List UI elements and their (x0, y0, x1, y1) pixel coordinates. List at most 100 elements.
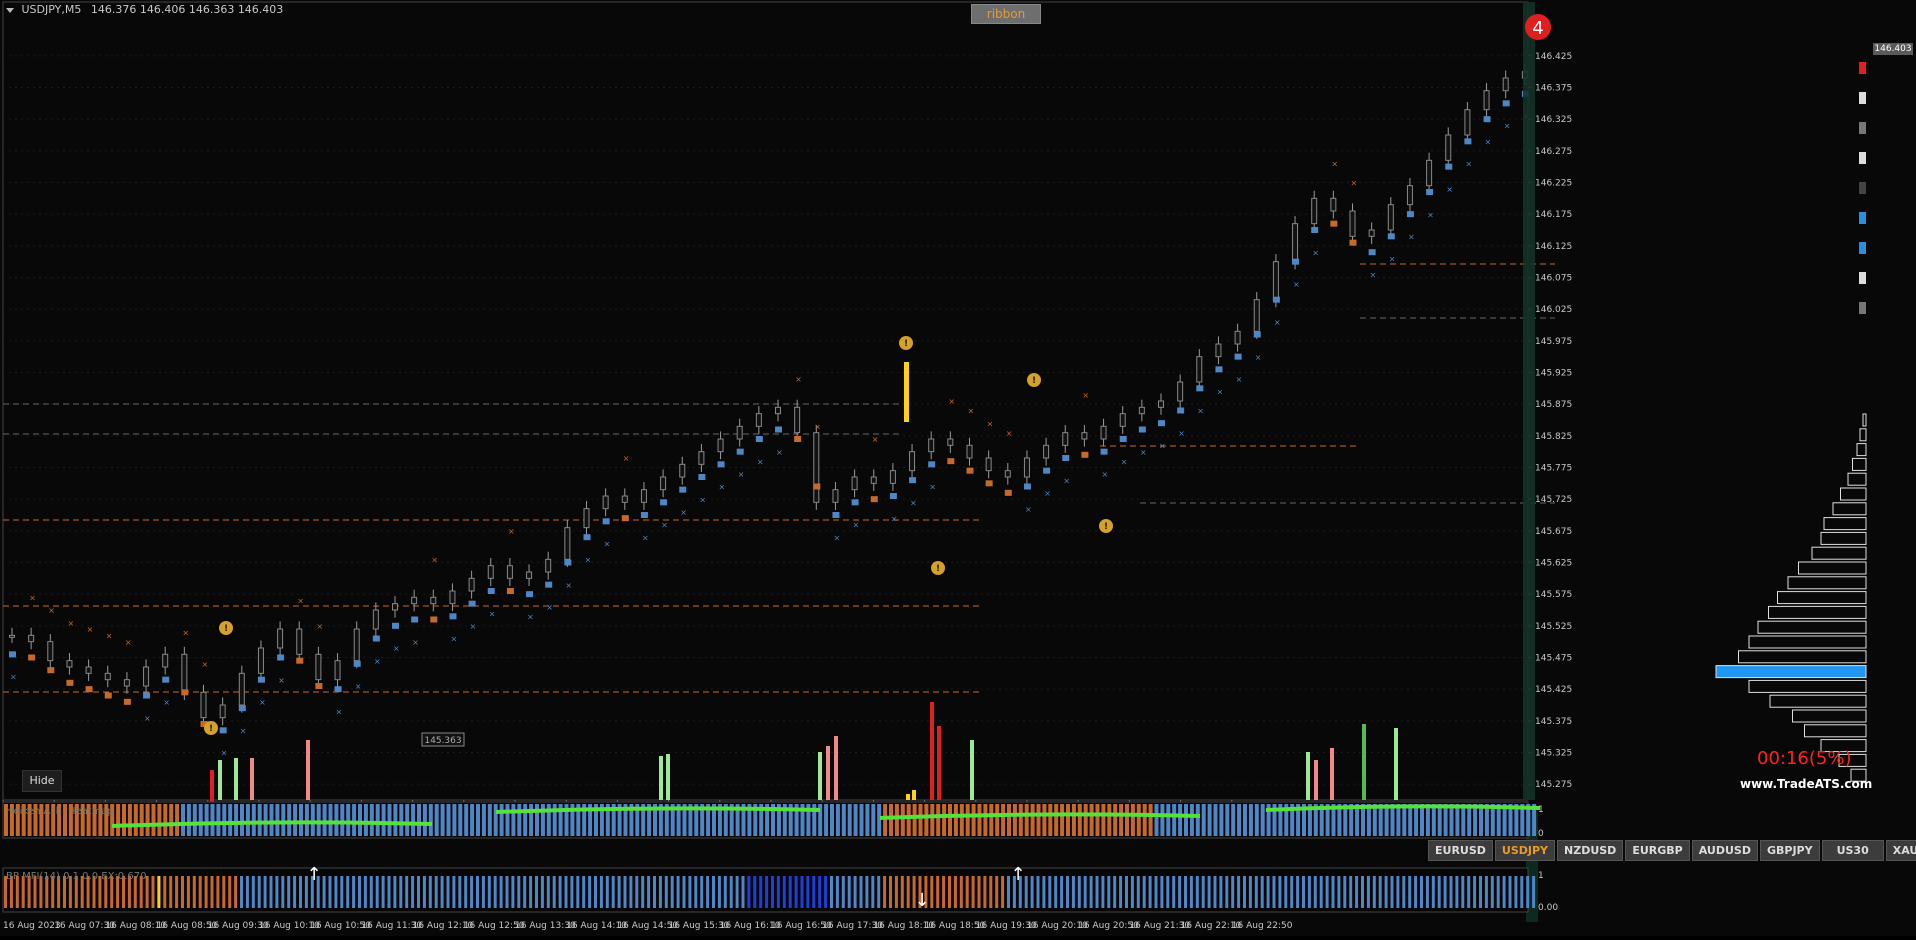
hide-button[interactable]: Hide (22, 770, 62, 792)
candle-body (372, 609, 379, 630)
candle-body (1253, 299, 1260, 332)
ribbon-stripe (1189, 804, 1194, 836)
ha-band-segment (1004, 489, 1012, 496)
ha-band-segment (1368, 249, 1376, 256)
trail-stop-marker: × (259, 698, 266, 707)
volume-bar (906, 794, 910, 800)
mfi-stripe (1225, 876, 1229, 908)
mfi-stripe (281, 876, 285, 908)
symbol-button-eurgbp[interactable]: EURGBP (1625, 840, 1690, 861)
symbol-button-xauusd[interactable]: XAUUSD (1885, 840, 1916, 861)
mfi-stripe (930, 876, 934, 908)
mfi-stripe (1319, 876, 1323, 908)
candle-body (1311, 197, 1318, 225)
mfi-stripe (647, 876, 651, 908)
trail-stop-marker: × (1465, 160, 1472, 169)
volume-profile-row (1823, 517, 1867, 531)
trail-stop-marker: × (67, 619, 74, 628)
mfi-stripe (1302, 876, 1305, 908)
candle-body (1215, 343, 1222, 358)
mfi-stripe (959, 876, 963, 908)
ha-band-segment (1330, 220, 1338, 227)
mfi-stripe (717, 876, 721, 908)
ha-band-segment (526, 591, 534, 598)
ribbon-stripe (1414, 804, 1419, 836)
mfi-stripe (505, 876, 509, 908)
mfi-stripe (1042, 876, 1046, 908)
ribbon-stripe (841, 804, 846, 836)
ribbon-stripe (1231, 804, 1236, 836)
mfi-stripe (1467, 876, 1471, 908)
candle-body (334, 660, 341, 681)
symbol-button-audusd[interactable]: AUDUSD (1691, 840, 1758, 861)
price-tick-label: 146.025 (1535, 305, 1572, 315)
mfi-stripe (1083, 876, 1087, 908)
mfi-stripe (723, 876, 727, 908)
candle-body (392, 603, 398, 611)
price-tick-label: 145.975 (1535, 337, 1572, 347)
mfi-stripe (464, 876, 468, 908)
mfi-stripe (157, 876, 161, 908)
trail-stop-marker: × (699, 495, 706, 504)
trail-stop-marker: × (374, 657, 381, 666)
ribbon-button[interactable]: ribbon (971, 4, 1041, 24)
candle-body (219, 704, 226, 719)
mfi-stripe (776, 876, 780, 908)
price-tick-label: 145.275 (1535, 780, 1572, 790)
volume-profile-row (1777, 591, 1867, 605)
candle-body (1272, 261, 1279, 301)
symbol-button-eurusd[interactable]: EURUSD (1428, 840, 1493, 861)
mfi-stripe (653, 876, 656, 908)
ribbon-stripe (942, 804, 947, 836)
alert-badge-count: 4 (1532, 18, 1543, 39)
mfi-arrow-icon: ↑ (1010, 864, 1025, 885)
mfi-stripe (446, 876, 450, 908)
symbol-button-us30[interactable]: US30 (1821, 840, 1884, 861)
price-chart[interactable]: 146.425 146.375 146.325 146.275 146.225 146.1… (0, 0, 1916, 936)
price-tick-label: 146.425 (1535, 52, 1572, 62)
ribbon-stripe (1390, 804, 1395, 836)
mfi-stripe (735, 876, 739, 908)
ribbon-stripe (1225, 804, 1230, 836)
mfi-stripe (1431, 876, 1435, 908)
mfi-stripe (1455, 876, 1459, 908)
ribbon-stripe (1001, 804, 1006, 836)
ha-band-segment (66, 679, 74, 686)
ribbon-stripe (859, 804, 864, 836)
trail-stop-marker: × (738, 470, 745, 479)
ribbon-stripe (1066, 804, 1070, 836)
ha-band-segment (679, 486, 687, 493)
mfi-stripe (369, 876, 373, 908)
symbol-button-usdjpy[interactable]: USDJPY (1494, 840, 1556, 861)
chart-window[interactable]: 146.425 146.375 146.325 146.275 146.225 146.1… (0, 0, 1916, 936)
ha-band-segment (315, 683, 323, 689)
mfi-stripe (641, 876, 645, 908)
trail-stop-marker: × (1255, 353, 1262, 362)
ribbon-stripe (240, 804, 244, 836)
symbol-button-nzdusd[interactable]: NZDUSD (1557, 840, 1624, 861)
ribbon-stripe (428, 804, 433, 836)
trail-stop-marker: × (1006, 429, 1013, 438)
highlight-bar (904, 362, 909, 422)
ha-band-segment (1292, 258, 1300, 265)
mfi-stripe (322, 876, 326, 908)
ribbon-stripe (1260, 804, 1265, 836)
candle-body (353, 628, 360, 662)
volume-profile-row (1787, 576, 1867, 590)
mfi-stripe (676, 876, 680, 908)
ribbon-stripe (116, 804, 121, 836)
ha-band-segment (947, 458, 955, 465)
volume-bar (306, 740, 310, 800)
mfi-stripe (582, 876, 586, 908)
ribbon-stripe (275, 804, 280, 836)
symbol-button-gbpjpy[interactable]: GBPJPY (1759, 840, 1820, 861)
dropdown-icon[interactable] (6, 7, 14, 13)
ha-band-segment (277, 654, 285, 661)
ribbon-stripe (1378, 804, 1383, 836)
candle-body (870, 476, 877, 484)
volume-bar (250, 758, 254, 800)
candle-body (257, 647, 264, 674)
candle-body (1196, 356, 1203, 383)
candle-body (277, 628, 284, 649)
ribbon-stripe (1042, 804, 1047, 836)
